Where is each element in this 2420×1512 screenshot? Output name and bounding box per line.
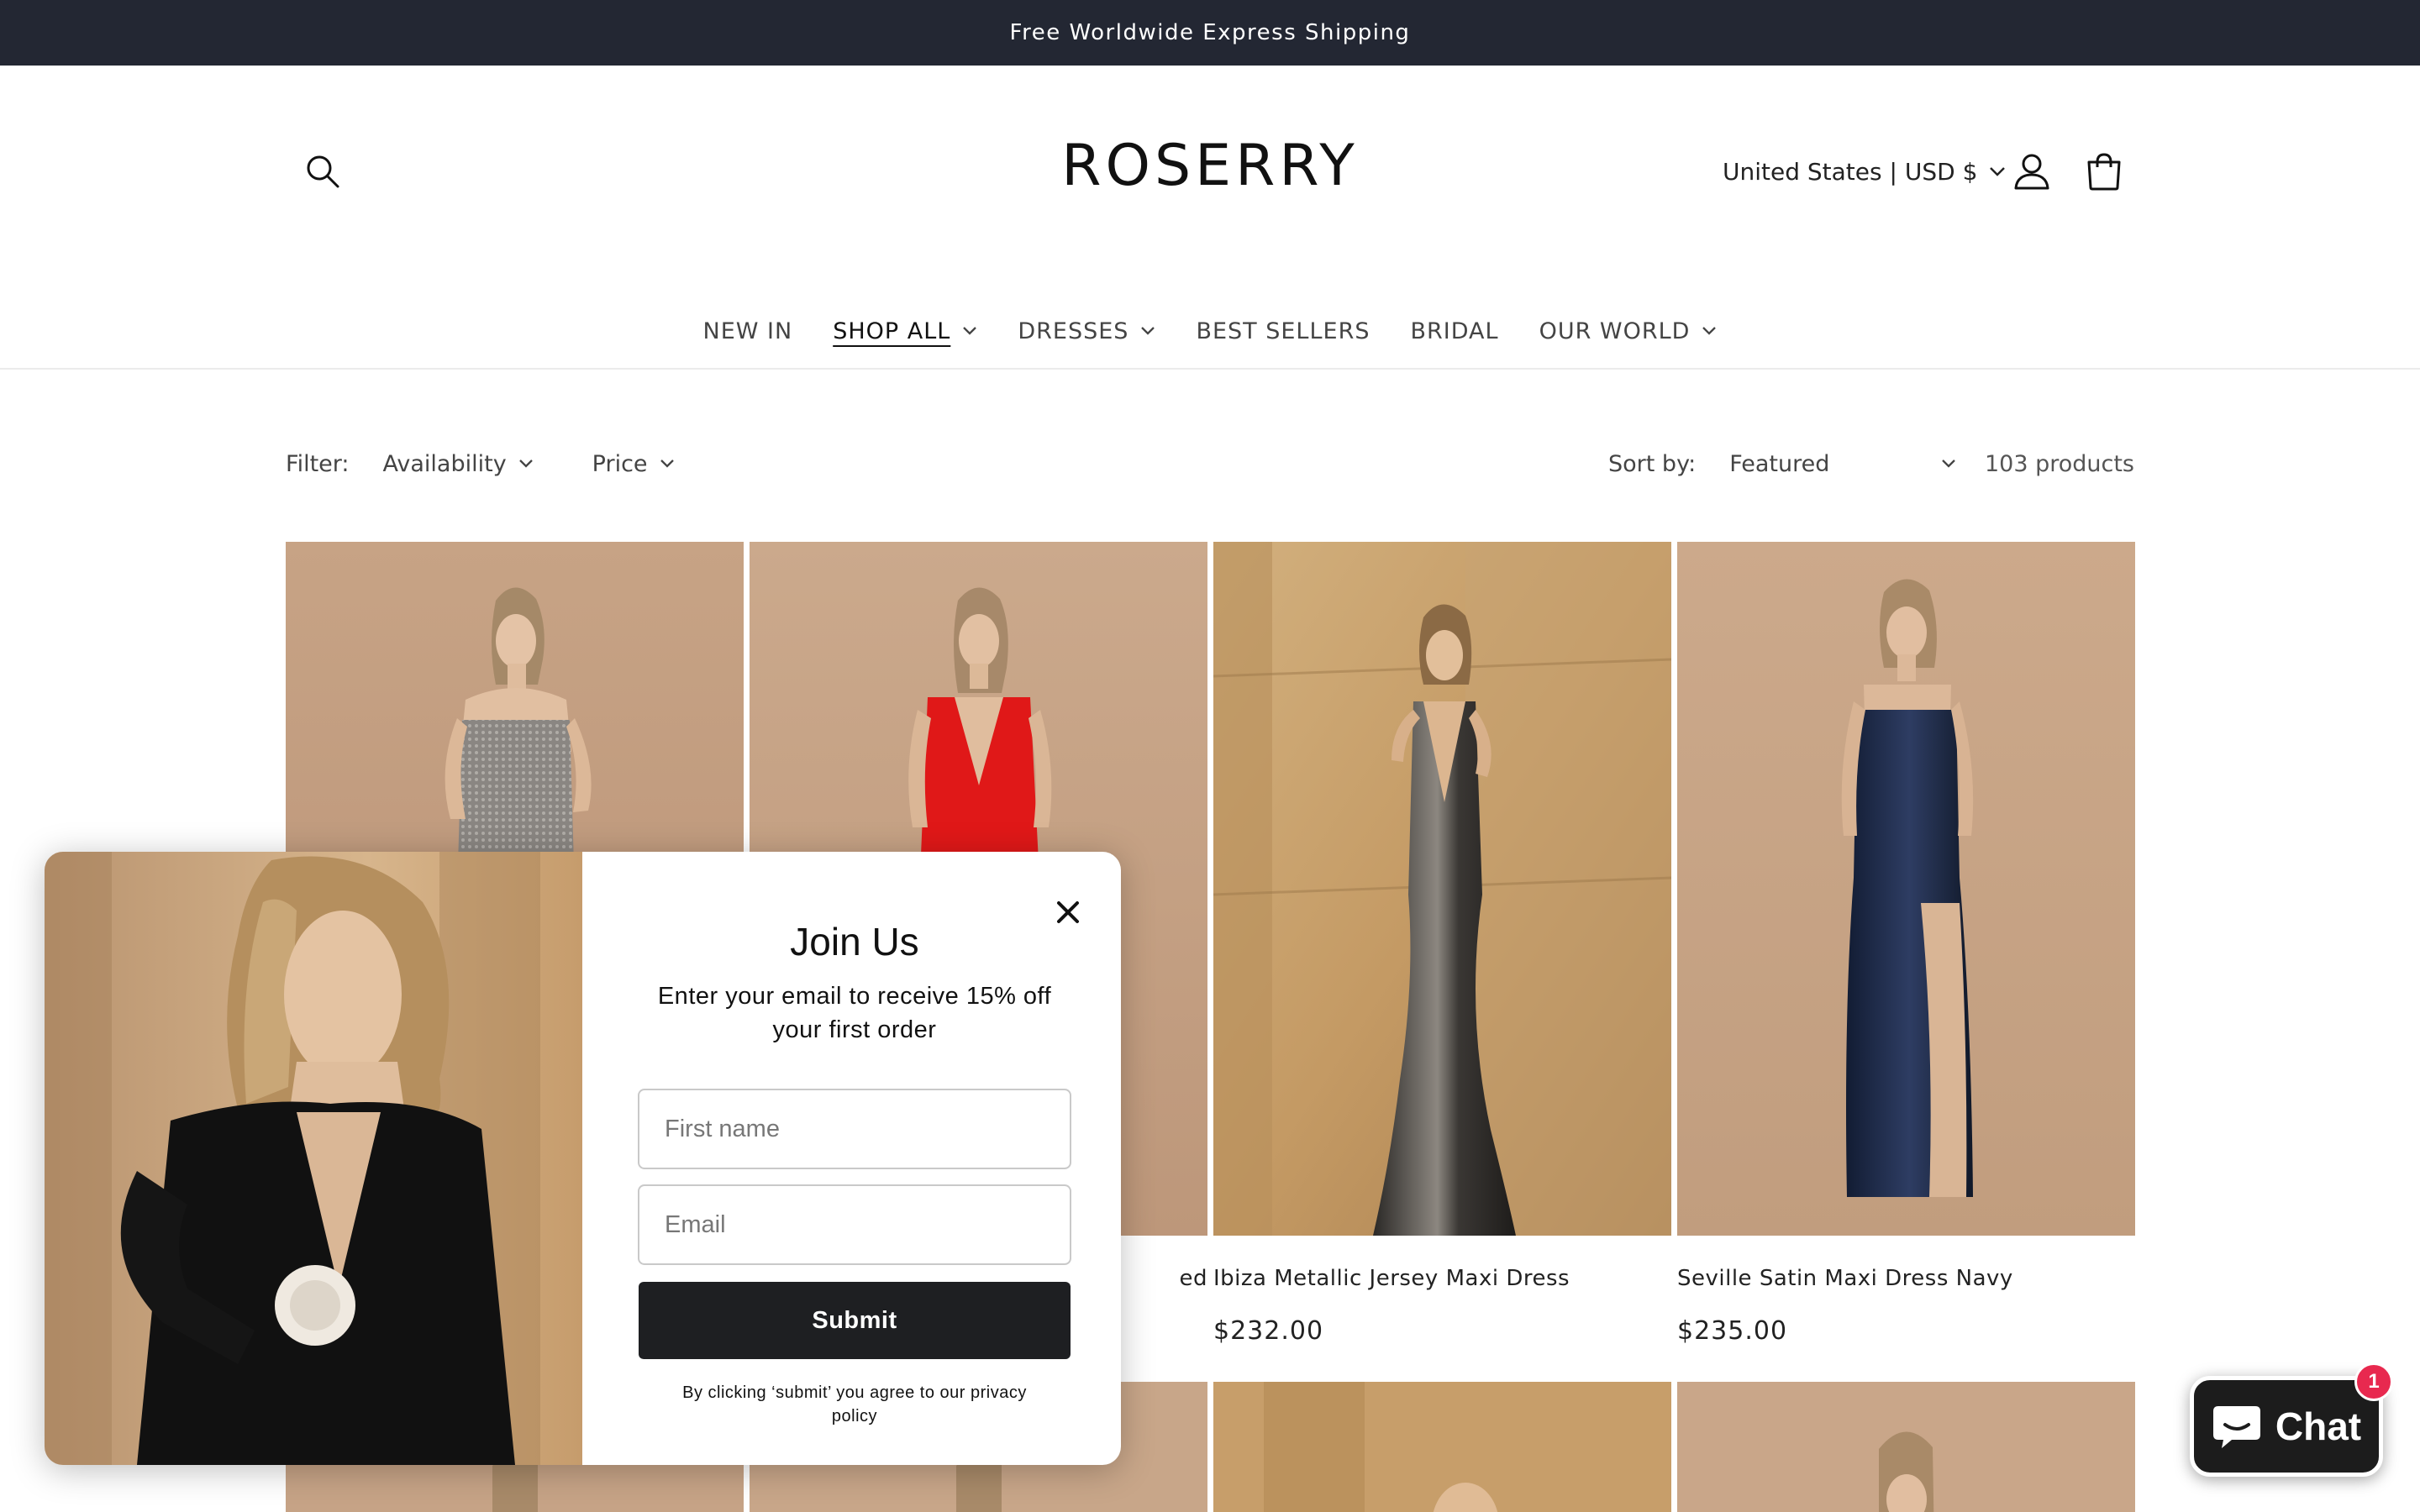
popup-image (45, 852, 582, 1465)
sort-select[interactable]: Featured (1729, 451, 1956, 477)
product-title[interactable]: Seville Satin Maxi Dress Navy (1677, 1266, 2135, 1291)
availability-label: Availability (382, 450, 507, 477)
filter-label: Filter: (286, 450, 350, 477)
product-card[interactable] (1213, 1382, 1671, 1512)
sort-control: Sort by: Featured (1608, 445, 1956, 482)
product-image[interactable] (1677, 542, 2135, 1236)
popup-subtitle: Enter your email to receive 15% off your… (657, 983, 1052, 1043)
nav-item-dresses[interactable]: DRESSES (997, 309, 1176, 353)
main-nav: NEW IN SHOP ALL DRESSES BEST SELLERS BRI… (0, 309, 2420, 353)
sort-value: Featured (1729, 450, 1830, 477)
product-card[interactable]: Ibiza Metallic Jersey Maxi Dress $232.00 (1213, 542, 1671, 1346)
nav-item-bridal[interactable]: BRIDAL (1390, 309, 1518, 353)
nav-label: BEST SELLERS (1196, 318, 1370, 344)
availability-filter[interactable]: Availability (383, 451, 534, 477)
user-icon (2014, 154, 2049, 190)
nav-label: BRIDAL (1410, 318, 1499, 344)
chat-button[interactable]: Chat (2190, 1376, 2383, 1477)
logo: ROSERRY (0, 133, 2420, 199)
product-card[interactable]: Seville Satin Maxi Dress Navy $235.00 (1677, 542, 2135, 1346)
privacy-notice: By clicking ‘submit’ you agree to our pr… (682, 1383, 1027, 1425)
currency-selector[interactable]: United States | USD $ (1723, 153, 2006, 190)
chevron-down-icon (660, 459, 674, 468)
nav-label: SHOP ALL (833, 318, 951, 344)
currency-label: United States | USD $ (1723, 157, 1978, 186)
product-image[interactable] (1213, 542, 1671, 1236)
product-card[interactable] (1677, 1382, 2135, 1512)
email-field[interactable] (638, 1184, 1071, 1265)
nav-item-our-world[interactable]: OUR WORLD (1519, 309, 1738, 353)
nav-label: NEW IN (702, 318, 793, 344)
first-name-field[interactable] (638, 1089, 1071, 1169)
bag-icon (2087, 153, 2121, 191)
chevron-down-icon (1702, 327, 1717, 335)
chevron-down-icon (1141, 327, 1155, 335)
product-image[interactable] (1677, 1382, 2135, 1512)
logo-link[interactable]: ROSERRY (1061, 133, 1359, 199)
nav-item-best-sellers[interactable]: BEST SELLERS (1176, 309, 1390, 353)
chat-notification-badge: 1 (2354, 1362, 2393, 1401)
nav-label: DRESSES (1018, 318, 1129, 344)
product-title[interactable]: Ibiza Metallic Jersey Maxi Dress (1213, 1266, 1671, 1291)
product-price: $232.00 (1213, 1316, 1324, 1346)
product-price: $235.00 (1677, 1316, 1788, 1346)
filter-bar: Filter: Availability Price Sort by: Feat… (286, 445, 2134, 482)
cart-button[interactable] (2081, 148, 2128, 195)
popup-title: Join Us (790, 920, 919, 963)
account-button[interactable] (2008, 148, 2055, 195)
chevron-down-icon (963, 327, 977, 335)
price-label: Price (592, 450, 648, 477)
nav-item-new-in[interactable]: NEW IN (683, 309, 813, 353)
chevron-down-icon (518, 459, 533, 468)
product-image[interactable] (1213, 1382, 1671, 1512)
price-filter[interactable]: Price (592, 451, 675, 477)
chevron-down-icon (1942, 459, 1956, 468)
announcement-text: Free Worldwide Express Shipping (1009, 20, 1411, 45)
announcement-bar: Free Worldwide Express Shipping (0, 0, 2420, 66)
product-count: 103 products (1984, 450, 2134, 477)
chevron-down-icon (1990, 167, 2006, 176)
popup-form: Join Us Enter your email to receive 15% … (636, 919, 1073, 1428)
chat-bubble-icon (2212, 1406, 2260, 1448)
submit-button[interactable]: Submit (639, 1282, 1071, 1359)
chat-label: Chat (2275, 1404, 2362, 1448)
newsletter-popup: Join Us Enter your email to receive 15% … (45, 852, 1121, 1465)
sort-label: Sort by: (1608, 450, 1697, 477)
nav-label: OUR WORLD (1539, 318, 1691, 344)
nav-item-shop-all[interactable]: SHOP ALL (813, 309, 997, 353)
site-header: ROSERRY United States | USD $ NEW IN SHO… (0, 66, 2420, 370)
